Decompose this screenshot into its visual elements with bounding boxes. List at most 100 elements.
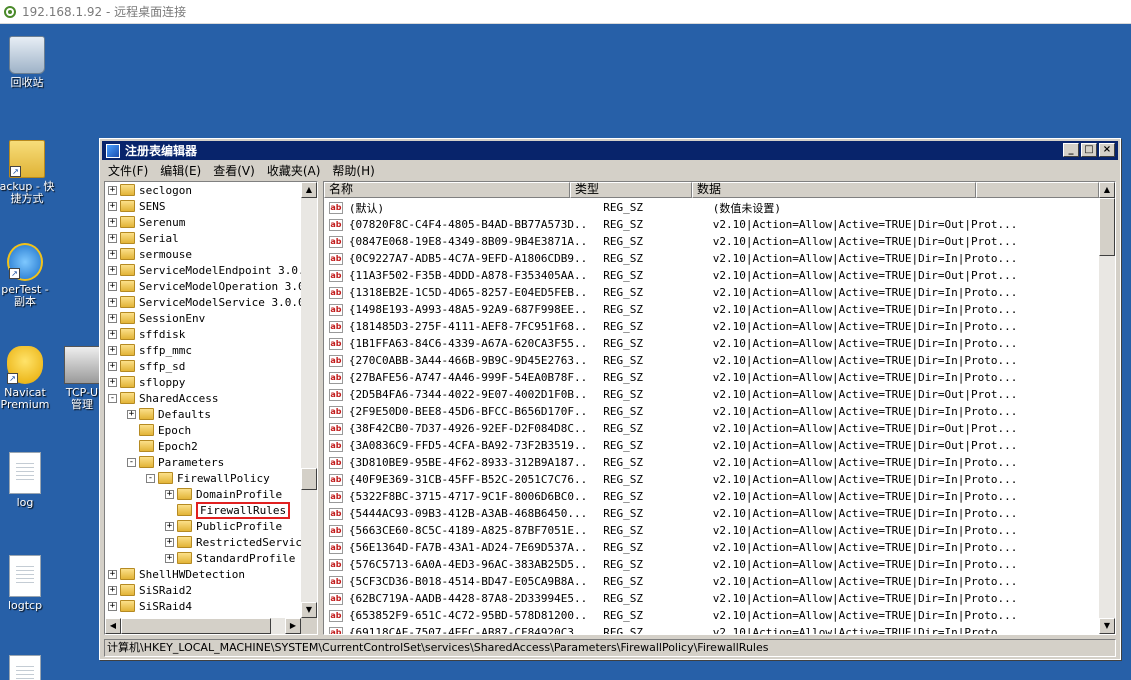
tree-item[interactable]: + SENS: [108, 198, 166, 214]
value-row[interactable]: ab {0C9227A7-ADB5-4C7A-9EFD-A1806CDB9... R…: [324, 250, 1099, 267]
value-row[interactable]: ab {576C5713-6A0A-4ED3-96AC-383AB25D5... R…: [324, 556, 1099, 573]
value-row[interactable]: ab {1B1FFA63-84C6-4339-A67A-620CA3F55... R…: [324, 335, 1099, 352]
value-row[interactable]: ab {1498E193-A993-48A5-92A9-687F998EE... R…: [324, 301, 1099, 318]
expand-icon[interactable]: +: [108, 345, 117, 355]
registry-values-pane[interactable]: 名称 类型 数据 ab (默认) REG_SZ (数值未设置) ab {07820F8C-…: [323, 181, 1116, 635]
desktop-icon-recycle-bin[interactable]: 回收站: [0, 36, 60, 89]
value-row[interactable]: ab {2F9E50D0-BEE8-45D6-BFCC-B656D170F... R…: [324, 403, 1099, 420]
tree-item[interactable]: + Serial: [108, 230, 179, 246]
expand-icon[interactable]: +: [108, 281, 117, 291]
tree-item[interactable]: - Parameters: [127, 454, 224, 470]
tree-item[interactable]: + ServiceModelService 3.0.0.0: [108, 294, 301, 310]
value-row[interactable]: ab {56E1364D-FA7B-43A1-AD24-7E69D537A... R…: [324, 539, 1099, 556]
value-row[interactable]: ab {40F9E369-31CB-45FF-B52C-2051C7C76... R…: [324, 471, 1099, 488]
tree-hscroll-thumb[interactable]: [121, 618, 271, 634]
tree-item[interactable]: + seclogon: [108, 182, 192, 198]
desktop-icon-navicat[interactable]: ↗ Navicat Premium: [0, 346, 58, 411]
tree-horizontal-scrollbar[interactable]: ◀ ▶: [105, 618, 301, 634]
scroll-down-arrow-icon[interactable]: ▼: [301, 602, 317, 618]
tree-item[interactable]: + Defaults: [127, 406, 211, 422]
menu-help[interactable]: 帮助(H): [326, 162, 380, 179]
desktop-icon-supertest[interactable]: ↗ perTest - 副本: [0, 243, 58, 308]
value-row[interactable]: ab {0847E068-19E8-4349-8B09-9B4E3871A... R…: [324, 233, 1099, 250]
desktop-icon-partial[interactable]: [0, 655, 58, 680]
expand-icon[interactable]: +: [108, 361, 117, 371]
expand-icon[interactable]: +: [108, 329, 117, 339]
tree-item[interactable]: + ShellHWDetection: [108, 566, 245, 582]
tree-item[interactable]: + ServiceModelEndpoint 3.0.0.0: [108, 262, 301, 278]
value-row[interactable]: ab {3D810BE9-95BE-4F62-8933-312B9A187... R…: [324, 454, 1099, 471]
desktop-icon-log[interactable]: log: [0, 452, 58, 509]
expand-icon[interactable]: +: [108, 249, 117, 259]
tree-item[interactable]: + sffp_mmc: [108, 342, 192, 358]
expand-icon[interactable]: +: [108, 601, 117, 611]
values-vertical-scrollbar[interactable]: ▲ ▼: [1099, 182, 1115, 634]
value-row[interactable]: ab {181485D3-275F-4111-AEF8-7FC951F68... R…: [324, 318, 1099, 335]
value-row[interactable]: ab {07820F8C-C4F4-4805-B4AD-BB77A573D... R…: [324, 216, 1099, 233]
tree-item[interactable]: FirewallRules: [165, 501, 291, 519]
menu-view[interactable]: 查看(V): [207, 162, 261, 179]
value-row[interactable]: ab {5CF3CD36-B018-4514-BD47-E05CA9B8A... R…: [324, 573, 1099, 590]
expand-icon[interactable]: +: [108, 233, 117, 243]
expand-icon[interactable]: +: [108, 185, 117, 195]
minimize-button[interactable]: _: [1063, 143, 1079, 157]
collapse-icon[interactable]: -: [108, 393, 117, 403]
header-name[interactable]: 名称: [324, 182, 570, 198]
value-row[interactable]: ab {5444AC93-09B3-412B-A3AB-468B6450... RE…: [324, 505, 1099, 522]
value-row[interactable]: ab {2D5B4FA6-7344-4022-9E07-4002D1F0B... R…: [324, 386, 1099, 403]
tree-item[interactable]: + RestrictedServices: [165, 534, 301, 550]
tree-item[interactable]: Epoch2: [127, 438, 198, 454]
tree-item[interactable]: + StandardProfile: [165, 550, 295, 566]
value-row[interactable]: ab {270C0ABB-3A44-466B-9B9C-9D45E2763... R…: [324, 352, 1099, 369]
tree-item[interactable]: + SiSRaid4: [108, 598, 192, 614]
tree-item[interactable]: + PublicProfile: [165, 518, 282, 534]
scroll-right-arrow-icon[interactable]: ▶: [285, 618, 301, 634]
collapse-icon[interactable]: -: [127, 457, 136, 467]
tree-vertical-scrollbar[interactable]: ▲ ▼: [301, 182, 317, 618]
tree-item[interactable]: + sermouse: [108, 246, 192, 262]
expand-icon[interactable]: +: [108, 569, 117, 579]
header-type[interactable]: 类型: [570, 182, 692, 198]
menu-edit[interactable]: 编辑(E): [154, 162, 207, 179]
value-row[interactable]: ab {5322F8BC-3715-4717-9C1F-8006D6BC0... R…: [324, 488, 1099, 505]
scroll-up-arrow-icon[interactable]: ▲: [301, 182, 317, 198]
tree-item[interactable]: + ServiceModelOperation 3.0.0.0: [108, 278, 301, 294]
tree-item[interactable]: + DomainProfile: [165, 486, 282, 502]
tree-item[interactable]: + sffdisk: [108, 326, 185, 342]
tree-item[interactable]: - SharedAccess: [108, 390, 218, 406]
expand-icon[interactable]: +: [108, 377, 117, 387]
expand-icon[interactable]: +: [127, 409, 136, 419]
header-data[interactable]: 数据: [692, 182, 976, 198]
tree-item[interactable]: + SessionEnv: [108, 310, 205, 326]
desktop-icon-backup-shortcut[interactable]: ↗ ackup - 快 捷方式: [0, 140, 60, 205]
value-row[interactable]: ab {27BAFE56-A747-4A46-999F-54EA0B78F... R…: [324, 369, 1099, 386]
values-scroll-thumb[interactable]: [1099, 198, 1115, 256]
scroll-down-arrow-icon[interactable]: ▼: [1099, 618, 1115, 634]
menu-file[interactable]: 文件(F): [102, 162, 154, 179]
value-row[interactable]: ab {62BC719A-AADB-4428-87A8-2D33994E5... R…: [324, 590, 1099, 607]
value-row[interactable]: ab {38F42CB0-7D37-4926-92EF-D2F084D8C... R…: [324, 420, 1099, 437]
tree-item[interactable]: + Serenum: [108, 214, 185, 230]
value-row[interactable]: ab {5663CE60-8C5C-4189-A825-87BF7051E... R…: [324, 522, 1099, 539]
expand-icon[interactable]: +: [108, 313, 117, 323]
expand-icon[interactable]: +: [165, 537, 174, 547]
collapse-icon[interactable]: -: [146, 473, 155, 483]
registry-tree-pane[interactable]: + seclogon + SENS + Serenum + Serial + sermouse + S…: [104, 181, 318, 635]
scroll-up-arrow-icon[interactable]: ▲: [1099, 182, 1115, 198]
tree-item[interactable]: Epoch: [127, 422, 191, 438]
expand-icon[interactable]: +: [108, 297, 117, 307]
expand-icon[interactable]: +: [108, 217, 117, 227]
value-row[interactable]: ab {1318EB2E-1C5D-4D65-8257-E04ED5FEB... R…: [324, 284, 1099, 301]
maximize-button[interactable]: □: [1081, 143, 1097, 157]
scroll-left-arrow-icon[interactable]: ◀: [105, 618, 121, 634]
menu-favorites[interactable]: 收藏夹(A): [261, 162, 327, 179]
tree-item[interactable]: + sfloppy: [108, 374, 185, 390]
value-row[interactable]: ab {11A3F502-F35B-4DDD-A878-F353405AA... R…: [324, 267, 1099, 284]
expand-icon[interactable]: +: [108, 265, 117, 275]
value-row[interactable]: ab {69118CAE-7507-4EEC-AB87-CF84920C3... R…: [324, 624, 1099, 634]
tree-item[interactable]: + sffp_sd: [108, 358, 185, 374]
tree-item[interactable]: - FirewallPolicy: [146, 470, 270, 486]
value-row[interactable]: ab {653852F9-651C-4C72-95BD-578D81200... R…: [324, 607, 1099, 624]
expand-icon[interactable]: +: [165, 521, 174, 531]
expand-icon[interactable]: +: [165, 489, 174, 499]
